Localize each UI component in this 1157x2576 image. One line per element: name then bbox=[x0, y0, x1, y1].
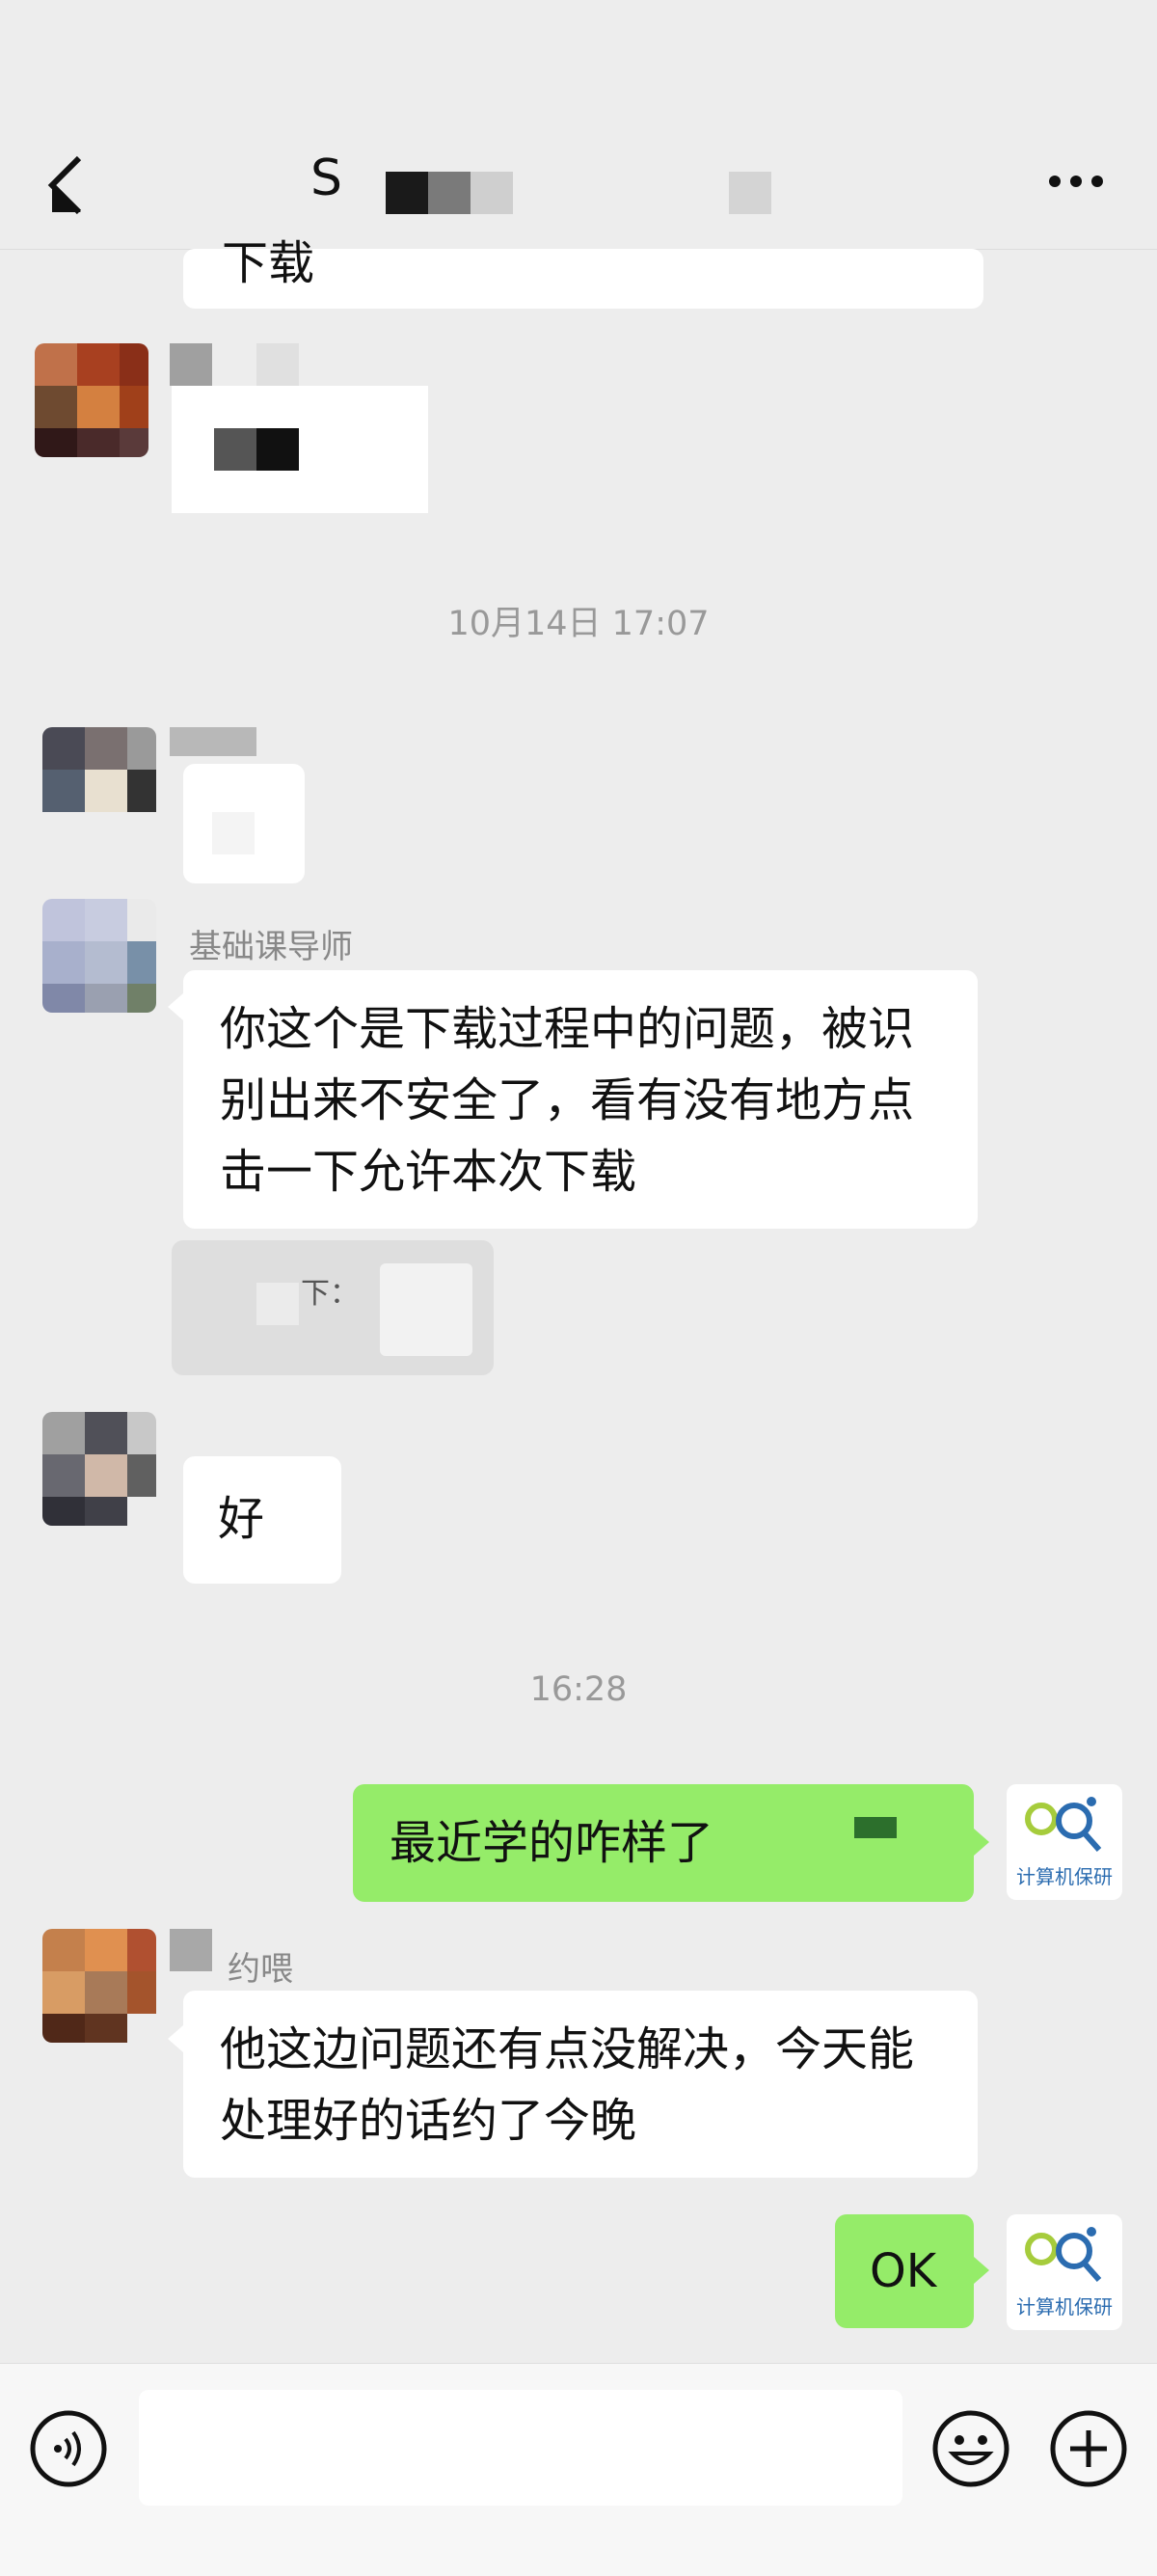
redaction-block bbox=[170, 343, 212, 386]
avatar-own[interactable]: 计算机保研 bbox=[1007, 2214, 1122, 2330]
message-bubble-own[interactable]: 最近学的咋样了 bbox=[353, 1784, 974, 1902]
message-bubble[interactable]: 他这边问题还有点没解决，今天能处理好的话约了今晚 bbox=[183, 1991, 978, 2178]
redaction-block bbox=[428, 172, 471, 214]
message-text: 你这个是下载过程中的问题，被识别出来不安全了，看有没有地方点击一下允许本次下载 bbox=[220, 1002, 915, 1199]
avatar[interactable] bbox=[42, 1929, 156, 2043]
message-text: 他这边问题还有点没解决，今天能处理好的话约了今晚 bbox=[220, 2022, 915, 2148]
redaction-block bbox=[729, 172, 771, 214]
avatar-own[interactable]: 计算机保研 bbox=[1007, 1784, 1122, 1900]
emoji-icon[interactable] bbox=[931, 2409, 1010, 2488]
message-text: 最近学的咋样了 bbox=[390, 1816, 714, 1870]
message-bubble-own[interactable]: OK bbox=[835, 2214, 974, 2328]
redaction-block bbox=[170, 1929, 212, 1971]
back-arrow-icon[interactable] bbox=[42, 154, 94, 216]
chat-header: S bbox=[0, 0, 1157, 250]
redaction-block bbox=[386, 172, 428, 214]
logo-icon bbox=[1025, 2227, 1102, 2282]
logo-icon bbox=[1025, 1797, 1102, 1852]
message-bubble[interactable] bbox=[172, 386, 428, 513]
chat-title: S bbox=[310, 149, 343, 207]
redaction-block bbox=[170, 727, 256, 756]
avatar[interactable] bbox=[42, 1412, 156, 1526]
message-text: 好 bbox=[218, 1492, 265, 1546]
more-dots-icon[interactable] bbox=[1047, 174, 1105, 189]
sender-name: 基础课导师 bbox=[189, 928, 353, 966]
logo-text: 计算机保研 bbox=[1016, 1865, 1113, 1888]
message-bubble[interactable]: 你这个是下载过程中的问题，被识别出来不安全了，看有没有地方点击一下允许本次下载 bbox=[183, 970, 978, 1229]
message-text: 下： bbox=[301, 1277, 359, 1311]
avatar[interactable] bbox=[35, 343, 148, 457]
timestamp: 16:28 bbox=[529, 1670, 628, 1709]
message-text: 下载 bbox=[222, 236, 315, 290]
timestamp: 10月14日 17:07 bbox=[447, 605, 710, 643]
redaction-block bbox=[471, 172, 513, 214]
message-bubble[interactable] bbox=[183, 764, 305, 883]
plus-icon[interactable] bbox=[1049, 2409, 1128, 2488]
avatar[interactable] bbox=[42, 727, 156, 841]
redaction-block bbox=[256, 343, 299, 386]
message-bubble[interactable]: 好 bbox=[183, 1456, 341, 1584]
message-bubble[interactable]: 下载 bbox=[183, 236, 983, 309]
avatar[interactable] bbox=[42, 899, 156, 1013]
message-bubble[interactable]: 下： bbox=[172, 1240, 494, 1375]
logo-text: 计算机保研 bbox=[1016, 2295, 1113, 2318]
message-text: OK bbox=[870, 2244, 937, 2298]
message-input[interactable] bbox=[139, 2390, 902, 2506]
voice-icon[interactable] bbox=[29, 2409, 108, 2488]
sender-name: 约喂 bbox=[228, 1950, 293, 1989]
